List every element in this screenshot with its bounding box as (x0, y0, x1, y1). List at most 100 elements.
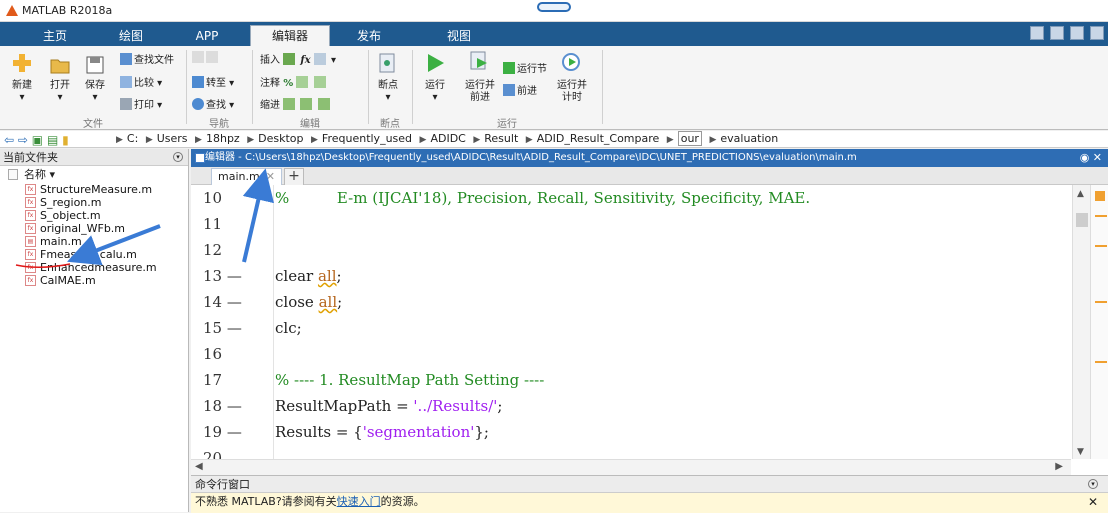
save-quick-icon[interactable] (1030, 26, 1044, 40)
code-line[interactable]: 19 — Results = {'segmentation'}; (191, 419, 1071, 445)
code-line[interactable]: 18 — ResultMapPath = '../Results/'; (191, 393, 1071, 419)
crumb[interactable]: Desktop (258, 132, 303, 145)
code-line[interactable]: 11 (191, 211, 1071, 237)
run-button[interactable]: 运行 ▾ (417, 80, 453, 104)
scroll-left-icon[interactable]: ◀ (195, 461, 203, 472)
warning-mark[interactable] (1095, 301, 1107, 303)
browse-folder-icon[interactable]: ▤ (47, 133, 58, 147)
warning-indicator-icon[interactable] (1095, 191, 1105, 201)
name-column-header[interactable]: 名称 ▾ (0, 166, 188, 183)
list-item[interactable]: fx Fmeasure_calu.m (0, 248, 188, 261)
run-advance-button[interactable]: 运行并 前进 (462, 80, 498, 104)
code-line[interactable]: 10 % E-m (IJCAI'18), Precision, Recall, S… (191, 185, 1071, 211)
line-number[interactable]: 14 — (203, 293, 251, 311)
editor-panel-controls[interactable]: ◉ ✕ (1080, 149, 1102, 167)
crumb[interactable]: Frequently_used (322, 132, 412, 145)
back-arrow-icon[interactable]: ⇦ (4, 133, 14, 147)
compare-button[interactable]: 比较 ▾ (120, 74, 162, 89)
open-button[interactable]: 打开 ▾ (42, 80, 78, 104)
print-button[interactable]: 打印 ▾ (120, 96, 162, 111)
line-number[interactable]: 12 (203, 241, 251, 259)
back-forward-buttons[interactable] (192, 51, 220, 64)
comment-button[interactable]: 注释 % (260, 74, 328, 89)
tab-home[interactable]: 主页 (20, 26, 90, 46)
fx-icon[interactable]: fx (300, 55, 310, 66)
code-text[interactable]: % E-m (IJCAI'18), Precision, Recall, Sen… (275, 189, 810, 207)
cut-quick-icon[interactable] (1050, 26, 1064, 40)
code-line[interactable]: 17 % ---- 1. ResultMap Path Setting ---- (191, 367, 1071, 393)
line-number[interactable]: 11 (203, 215, 251, 233)
run-time-button[interactable]: 运行并 计时 (554, 80, 590, 104)
list-item[interactable]: fx StructureMeasure.m (0, 183, 188, 196)
tab-view[interactable]: 视图 (424, 26, 494, 46)
tab-apps[interactable]: APP (172, 26, 242, 46)
code-line[interactable]: 15 — clc; (191, 315, 1071, 341)
list-item[interactable]: fx S_object.m (0, 209, 188, 222)
close-tab-icon[interactable]: ✕ (266, 170, 275, 183)
scroll-right-icon[interactable]: ▶ (1055, 461, 1063, 472)
crumb[interactable]: evaluation (720, 132, 778, 145)
list-item[interactable]: fx Enhancedmeasure.m (0, 261, 188, 274)
find-files-button[interactable]: 查找文件 (120, 51, 174, 66)
code-text[interactable]: % ---- 1. ResultMap Path Setting ---- (275, 371, 544, 389)
goto-button[interactable]: 转至 ▾ (192, 74, 234, 89)
up-folder-icon[interactable]: ▣ (32, 133, 43, 147)
paste-quick-icon[interactable] (1090, 26, 1104, 40)
line-number[interactable]: 13 — (203, 267, 251, 285)
insert-button[interactable]: 插入 fx ▾ (260, 51, 336, 66)
panel-menu-icon[interactable]: ▾ (1088, 479, 1098, 489)
run-section-button[interactable]: 运行节 (503, 60, 547, 75)
code-line[interactable]: 12 (191, 237, 1071, 263)
tab-plots[interactable]: 绘图 (96, 26, 166, 46)
line-number[interactable]: 19 — (203, 423, 251, 441)
code-text[interactable]: ResultMapPath = '../Results/'; (275, 397, 502, 415)
advance-button[interactable]: 前进 (503, 82, 537, 97)
code-line[interactable]: 16 (191, 341, 1071, 367)
warning-mark[interactable] (1095, 245, 1107, 247)
panel-menu-icon[interactable]: ▾ (173, 152, 183, 162)
save-button[interactable]: 保存 ▾ (77, 80, 113, 104)
close-notice-icon[interactable]: ✕ (1088, 493, 1098, 511)
line-number[interactable]: 18 — (203, 397, 251, 415)
getting-started-link[interactable]: 快速入门 (337, 495, 381, 508)
tab-publish[interactable]: 发布 (336, 26, 402, 46)
code-line[interactable]: 14 — close all; (191, 289, 1071, 315)
line-number[interactable]: 15 — (203, 319, 251, 337)
list-item[interactable]: ▤ main.m (0, 235, 188, 248)
list-item[interactable]: fx S_region.m (0, 196, 188, 209)
code-text[interactable]: clear all; (275, 267, 342, 285)
copy-quick-icon[interactable] (1070, 26, 1084, 40)
forward-arrow-icon[interactable]: ⇨ (18, 133, 28, 147)
code-text[interactable]: clc; (275, 319, 302, 337)
indent-button[interactable]: 缩进 (260, 96, 332, 111)
breakpoints-button[interactable]: 断点 ▾ (370, 80, 406, 104)
tab-editor[interactable]: 编辑器 (250, 25, 330, 46)
crumb[interactable]: Users (157, 132, 188, 145)
crumb[interactable]: C: (127, 132, 138, 145)
line-number[interactable]: 17 (203, 371, 251, 389)
tab-main-m[interactable]: main.m ✕ (211, 168, 282, 185)
scroll-thumb[interactable] (1076, 213, 1088, 227)
crumb[interactable]: Result (484, 132, 518, 145)
crumb[interactable]: ADIDC (430, 132, 465, 145)
code-line[interactable]: 20 (191, 445, 1071, 459)
find-button[interactable]: 查找 ▾ (192, 96, 234, 111)
resize-handle[interactable] (537, 2, 571, 12)
warning-mark[interactable] (1095, 361, 1107, 363)
vertical-scrollbar[interactable]: ▲ ▼ (1072, 185, 1090, 459)
code-text[interactable]: Results = {'segmentation'}; (275, 423, 489, 441)
list-item[interactable]: fx CalMAE.m (0, 274, 188, 287)
line-number[interactable]: 20 (203, 449, 251, 459)
code-area[interactable]: 10 % E-m (IJCAI'18), Precision, Recall, S… (191, 185, 1071, 459)
scroll-up-icon[interactable]: ▲ (1077, 189, 1084, 199)
crumb[interactable]: 18hpz (206, 132, 240, 145)
code-text[interactable]: close all; (275, 293, 342, 311)
warning-mark[interactable] (1095, 215, 1107, 217)
line-number[interactable]: 10 (203, 189, 251, 207)
crumb[interactable]: ADID_Result_Compare (537, 132, 660, 145)
code-line[interactable]: 13 — clear all; (191, 263, 1071, 289)
code-analyzer-bar[interactable] (1090, 185, 1108, 459)
scroll-down-icon[interactable]: ▼ (1077, 447, 1084, 457)
list-item[interactable]: fx original_WFb.m (0, 222, 188, 235)
new-tab-button[interactable]: + (284, 168, 304, 185)
